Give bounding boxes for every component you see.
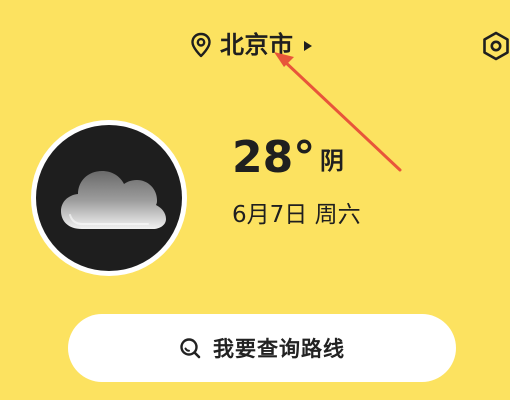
weather-icon-background (36, 125, 182, 271)
settings-button[interactable] (480, 30, 510, 62)
location-bar: 北京市 (0, 24, 510, 68)
location-pin-icon (190, 32, 212, 58)
weather-condition: 阴 (320, 147, 344, 175)
caret-right-icon (302, 38, 314, 52)
temperature: 28° (232, 132, 316, 183)
city-name: 北京市 (220, 31, 294, 59)
cloud-icon (61, 171, 166, 229)
route-search-button[interactable]: 我要查询路线 (68, 314, 456, 382)
route-search-label: 我要查询路线 (213, 337, 345, 361)
city-selector-button[interactable]: 北京市 (190, 28, 314, 62)
date-label: 6月7日 周六 (232, 202, 361, 228)
settings-hexagon-icon (483, 31, 509, 61)
search-icon (179, 337, 201, 359)
weather-icon-badge (31, 120, 187, 276)
